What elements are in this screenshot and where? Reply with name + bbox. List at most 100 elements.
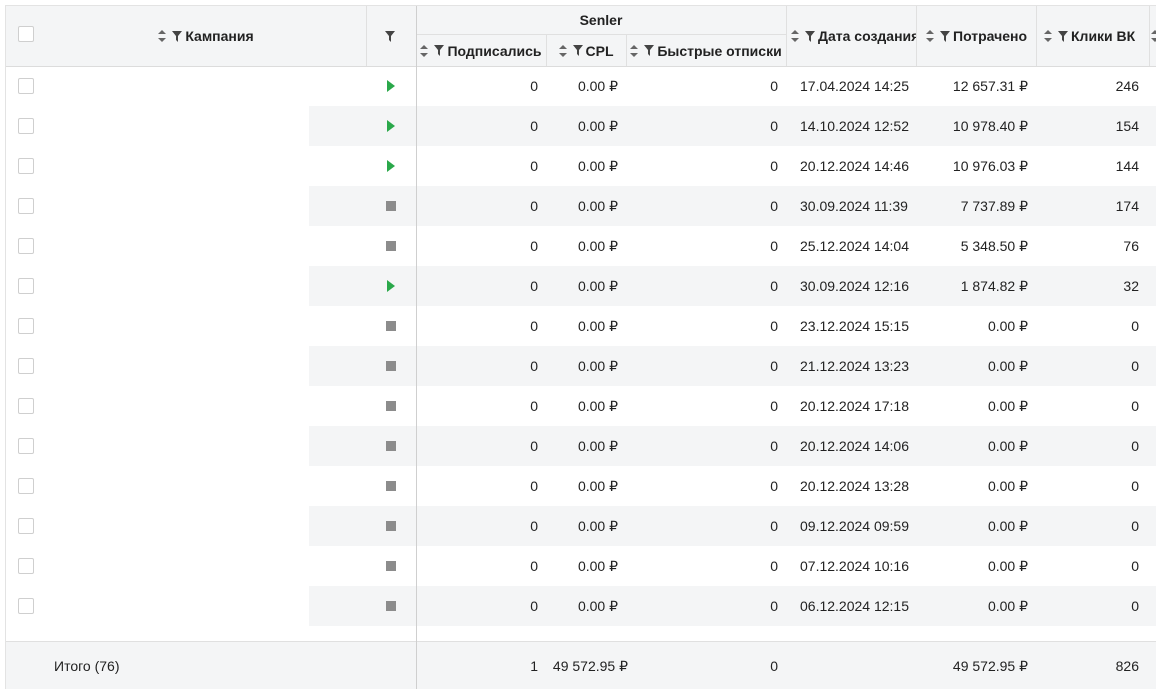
fast-unsub-value: 0 <box>770 118 778 134</box>
row-checkbox[interactable] <box>18 118 34 134</box>
row-checkbox[interactable] <box>18 398 34 414</box>
column-header-created[interactable]: Дата создания <box>791 6 916 66</box>
status-toggle[interactable] <box>381 306 401 346</box>
row-checkbox[interactable] <box>18 158 34 174</box>
table-row[interactable]: 0 0.00 ₽ 0 14.10.2024 12:52 10 978.40 ₽ 154 <box>6 106 1156 146</box>
campaign-name[interactable] <box>46 306 306 346</box>
column-header-fast-unsub[interactable]: Быстрые отписки <box>626 35 786 66</box>
column-header-cpl[interactable]: CPL <box>546 35 626 66</box>
campaign-name[interactable] <box>46 266 306 306</box>
row-checkbox[interactable] <box>18 238 34 254</box>
table-row[interactable]: 0 0.00 ₽ 0 17.04.2024 14:25 12 657.31 ₽ 246 <box>6 66 1156 106</box>
campaign-name[interactable] <box>46 226 306 266</box>
row-checkbox[interactable] <box>18 278 34 294</box>
status-toggle[interactable] <box>381 66 401 106</box>
table-row[interactable]: 0 0.00 ₽ 0 20.12.2024 14:46 10 976.03 ₽ 144 <box>6 146 1156 186</box>
play-icon[interactable] <box>387 280 395 292</box>
column-header-status-filter[interactable] <box>366 6 416 66</box>
campaign-name[interactable] <box>46 466 306 506</box>
table-row[interactable]: 0 0.00 ₽ 0 21.12.2024 13:23 0.00 ₽ 0 <box>6 346 1156 386</box>
table-row[interactable]: 0 0.00 ₽ 0 30.09.2024 12:16 1 874.82 ₽ 32 <box>6 266 1156 306</box>
column-header-clicks[interactable]: Клики ВК <box>1044 6 1149 66</box>
funnel-icon[interactable] <box>644 45 655 56</box>
funnel-icon[interactable] <box>572 45 583 56</box>
status-toggle[interactable] <box>381 226 401 266</box>
sort-arrows-icon[interactable] <box>1151 30 1156 42</box>
funnel-icon[interactable] <box>1058 30 1068 42</box>
row-checkbox[interactable] <box>18 358 34 374</box>
column-group-senler: Senler <box>579 12 623 28</box>
table-row[interactable]: 0 0.00 ₽ 0 30.09.2024 11:39 7 737.89 ₽ 174 <box>6 186 1156 226</box>
sort-arrows-icon[interactable] <box>420 44 429 57</box>
sort-arrows-icon[interactable] <box>791 30 799 42</box>
stop-square-icon[interactable] <box>386 481 396 491</box>
funnel-icon[interactable] <box>805 30 815 42</box>
row-checkbox[interactable] <box>18 598 34 614</box>
column-header-campaign[interactable]: Кампания <box>46 6 366 66</box>
row-checkbox[interactable] <box>18 558 34 574</box>
status-toggle[interactable] <box>381 266 401 306</box>
sort-arrows-icon[interactable] <box>630 44 639 57</box>
table-row[interactable]: 0 0.00 ₽ 0 20.12.2024 13:28 0.00 ₽ 0 <box>6 466 1156 506</box>
status-toggle[interactable] <box>381 506 401 546</box>
campaign-name[interactable] <box>46 426 306 466</box>
status-toggle[interactable] <box>381 106 401 146</box>
campaign-name[interactable] <box>46 346 306 386</box>
sort-arrows-icon[interactable] <box>1044 30 1052 42</box>
stop-square-icon[interactable] <box>386 241 396 251</box>
funnel-icon[interactable] <box>940 30 950 42</box>
campaign-name[interactable] <box>46 186 306 226</box>
status-toggle[interactable] <box>381 466 401 506</box>
row-checkbox[interactable] <box>18 318 34 334</box>
play-icon[interactable] <box>387 120 395 132</box>
table-row[interactable]: 0 0.00 ₽ 0 23.12.2024 15:15 0.00 ₽ 0 <box>6 306 1156 346</box>
table-row[interactable]: 0 0.00 ₽ 0 09.12.2024 09:59 0.00 ₽ 0 <box>6 506 1156 546</box>
campaign-name[interactable] <box>46 66 306 106</box>
row-checkbox[interactable] <box>18 518 34 534</box>
status-toggle[interactable] <box>381 346 401 386</box>
column-header-subscribed[interactable]: Подписались <box>416 35 546 66</box>
table-row[interactable]: 0 0.00 ₽ 0 07.12.2024 10:16 0.00 ₽ 0 <box>6 546 1156 586</box>
horizontal-scrollbar[interactable] <box>6 634 1156 641</box>
row-checkbox[interactable] <box>18 438 34 454</box>
stop-square-icon[interactable] <box>386 361 396 371</box>
status-toggle[interactable] <box>381 426 401 466</box>
campaign-name[interactable] <box>46 546 306 586</box>
play-icon[interactable] <box>387 80 395 92</box>
campaign-name[interactable] <box>46 386 306 426</box>
funnel-icon[interactable] <box>172 30 183 42</box>
funnel-icon[interactable] <box>384 30 395 42</box>
campaign-name[interactable] <box>46 106 306 146</box>
status-toggle[interactable] <box>381 186 401 226</box>
campaign-name[interactable] <box>46 586 306 626</box>
campaign-name[interactable] <box>46 506 306 546</box>
status-toggle[interactable] <box>381 586 401 626</box>
stop-square-icon[interactable] <box>386 521 396 531</box>
fast-unsub-value: 0 <box>770 558 778 574</box>
stop-square-icon[interactable] <box>386 601 396 611</box>
stop-square-icon[interactable] <box>386 441 396 451</box>
row-checkbox[interactable] <box>18 78 34 94</box>
table-row[interactable]: 0 0.00 ₽ 0 06.12.2024 12:15 0.00 ₽ 0 <box>6 586 1156 626</box>
stop-square-icon[interactable] <box>386 401 396 411</box>
stop-square-icon[interactable] <box>386 561 396 571</box>
select-all-checkbox[interactable] <box>18 26 34 42</box>
stop-square-icon[interactable] <box>386 321 396 331</box>
table-row[interactable]: 0 0.00 ₽ 0 20.12.2024 17:18 0.00 ₽ 0 <box>6 386 1156 426</box>
fast-unsub-value: 0 <box>770 278 778 294</box>
column-header-spent[interactable]: Потрачено <box>926 6 1036 66</box>
funnel-icon[interactable] <box>434 45 445 56</box>
sort-arrows-icon[interactable] <box>926 30 934 42</box>
row-checkbox[interactable] <box>18 478 34 494</box>
stop-square-icon[interactable] <box>386 201 396 211</box>
row-checkbox[interactable] <box>18 198 34 214</box>
play-icon[interactable] <box>387 160 395 172</box>
campaign-name[interactable] <box>46 146 306 186</box>
table-row[interactable]: 0 0.00 ₽ 0 25.12.2024 14:04 5 348.50 ₽ 76 <box>6 226 1156 266</box>
status-toggle[interactable] <box>381 546 401 586</box>
status-toggle[interactable] <box>381 386 401 426</box>
table-row[interactable]: 0 0.00 ₽ 0 20.12.2024 14:06 0.00 ₽ 0 <box>6 426 1156 466</box>
sort-arrows-icon[interactable] <box>558 44 567 57</box>
sort-arrows-icon[interactable] <box>158 30 167 42</box>
status-toggle[interactable] <box>381 146 401 186</box>
